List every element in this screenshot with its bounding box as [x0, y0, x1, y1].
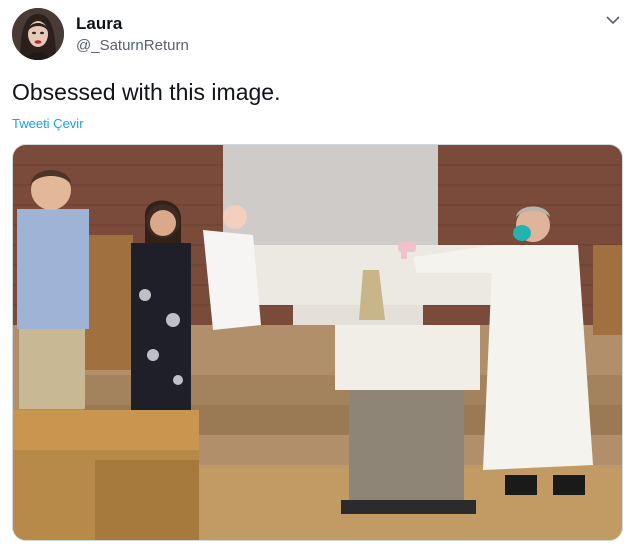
- translate-link[interactable]: Tweeti Çevir: [12, 116, 84, 131]
- baptism-photo: [13, 145, 622, 540]
- tweet-photo[interactable]: [12, 144, 623, 541]
- avatar[interactable]: [12, 8, 64, 60]
- author-name[interactable]: Laura: [76, 14, 122, 34]
- chevron-down-icon[interactable]: [605, 12, 621, 28]
- avatar-portrait: [12, 8, 64, 60]
- author-handle[interactable]: @_SaturnReturn: [76, 37, 189, 54]
- tweet-text: Obsessed with this image.: [12, 79, 281, 105]
